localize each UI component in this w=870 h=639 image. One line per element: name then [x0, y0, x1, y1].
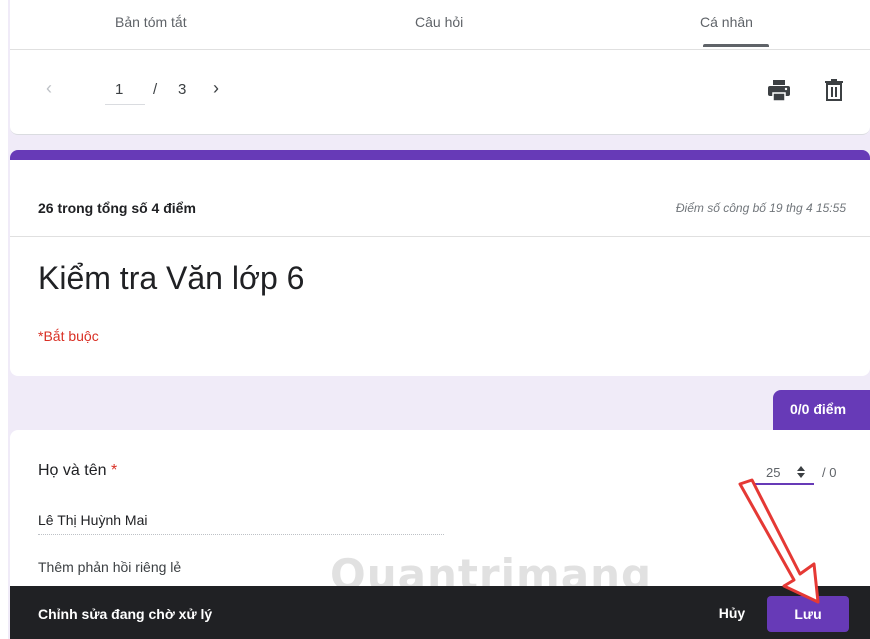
form-title: Kiểm tra Văn lớp 6: [38, 260, 305, 296]
tab-bar: Bản tóm tắt Câu hỏi Cá nhân: [10, 0, 870, 50]
response-pager: ‹ 1 / 3 ›: [10, 50, 870, 135]
published-timestamp: Điểm số công bố 19 thg 4 15:55: [675, 201, 846, 215]
pending-message: Chỉnh sửa đang chờ xử lý: [38, 606, 213, 622]
page-separator: /: [153, 81, 158, 98]
tab-individual[interactable]: Cá nhân: [700, 14, 753, 30]
required-note: *Bắt buộc: [38, 328, 99, 344]
page-number-input[interactable]: 1: [105, 81, 145, 105]
tab-summary[interactable]: Bản tóm tắt: [115, 14, 187, 30]
points-badge: 0/0 điểm: [773, 390, 870, 430]
page-current: 1: [115, 81, 124, 98]
required-star: *: [110, 462, 118, 479]
divider: [10, 236, 870, 237]
add-feedback-link[interactable]: Thêm phản hồi riêng lẻ: [38, 559, 181, 575]
trash-icon[interactable]: [825, 79, 843, 106]
tab-questions[interactable]: Câu hỏi: [415, 14, 463, 30]
score-card: 26 trong tổng số 4 điểm Điểm số công bố …: [10, 150, 870, 376]
answer-text: Lê Thị Huỳnh Mai: [38, 512, 444, 535]
page-total: 3: [178, 81, 187, 98]
question-label: Họ và tên *: [38, 462, 117, 480]
total-score: 26 trong tổng số 4 điểm: [38, 200, 196, 216]
question-title: Họ và tên: [38, 462, 107, 479]
left-edge: [0, 0, 8, 639]
annotation-arrow: [738, 478, 820, 604]
print-icon[interactable]: [767, 80, 791, 107]
chevron-right-icon[interactable]: ›: [213, 78, 219, 99]
chevron-left-icon[interactable]: ‹: [46, 78, 52, 99]
active-tab-indicator: [703, 44, 769, 47]
